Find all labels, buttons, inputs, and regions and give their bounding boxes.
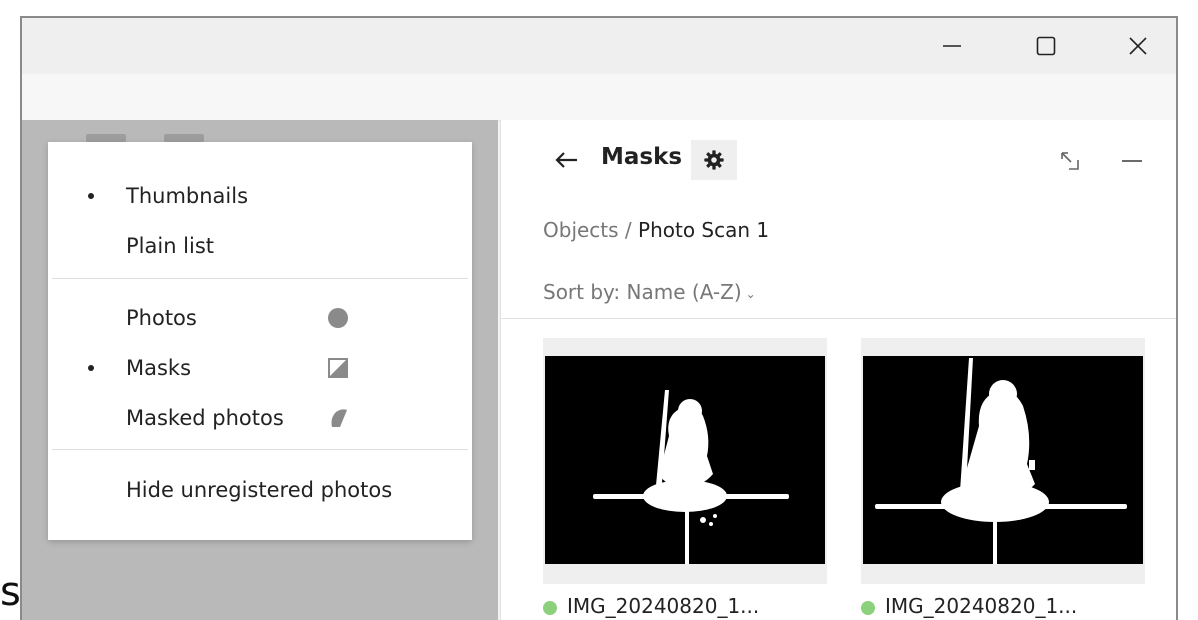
thumbnail-caption: IMG_20240820_1... — [861, 594, 1077, 618]
menu-item-label: Thumbnails — [126, 184, 249, 208]
divider — [501, 318, 1176, 319]
thumbnail-card[interactable]: IMG_20240820_1... — [861, 338, 1145, 618]
breadcrumb-objects[interactable]: Objects — [543, 218, 619, 242]
minimize-button[interactable] — [932, 26, 972, 66]
thumbnail-name: IMG_20240820_1... — [567, 594, 760, 618]
thumbnail-frame — [861, 338, 1145, 584]
menu-item-label: Hide unregistered photos — [126, 478, 393, 502]
chevron-down-icon: ⌄ — [745, 286, 756, 301]
thumbnail-frame — [543, 338, 827, 584]
mask-thumbnail-image — [863, 356, 1143, 564]
status-dot — [543, 600, 557, 615]
close-icon — [1129, 37, 1147, 55]
sort-label: Sort by: Name (A-Z) — [543, 280, 742, 304]
menu-item-label: Photos — [126, 306, 197, 330]
toolbar-ghost-icon — [86, 134, 126, 142]
thumbnail-caption: IMG_20240820_1... — [543, 594, 759, 618]
background-text: s — [0, 569, 21, 615]
maximize-icon — [1036, 36, 1056, 56]
title-bar — [22, 18, 1176, 74]
menu-item-hide-unregistered[interactable]: Hide unregistered photos — [48, 470, 472, 510]
sort-dropdown[interactable]: Sort by: Name (A-Z) ⌄ — [543, 280, 756, 304]
gear-icon — [704, 150, 724, 170]
menu-item-label: Plain list — [126, 234, 215, 258]
circle-icon — [328, 308, 348, 328]
status-dot — [861, 600, 875, 615]
selected-bullet-icon — [88, 193, 94, 199]
menu-item-label: Masked photos — [126, 406, 284, 430]
toolbar-strip — [22, 74, 1176, 121]
menu-item-photos[interactable]: Photos — [48, 298, 472, 338]
selected-bullet-icon — [88, 365, 94, 371]
view-options-menu: Thumbnails Plain list Photos Masks Maske… — [48, 142, 472, 540]
undock-icon[interactable] — [1059, 150, 1081, 172]
menu-item-plain-list[interactable]: Plain list — [48, 226, 472, 266]
breadcrumb-current: Photo Scan 1 — [638, 218, 770, 242]
settings-button[interactable] — [691, 140, 737, 180]
masks-panel: Masks Objects / Photo Scan 1 Sort by: Na… — [500, 120, 1176, 620]
arrow-left-icon[interactable] — [553, 148, 581, 172]
toolbar-ghost-icon — [164, 134, 204, 142]
minimize-panel-icon[interactable] — [1119, 150, 1145, 172]
thumbnail-card[interactable]: IMG_20240820_1... — [543, 338, 827, 618]
thumbnail-name: IMG_20240820_1... — [885, 594, 1078, 618]
masked-photo-icon — [331, 409, 347, 427]
breadcrumb: Objects / Photo Scan 1 — [543, 218, 769, 242]
breadcrumb-separator: / — [618, 218, 639, 242]
mask-thumbnail-image — [545, 356, 825, 564]
menu-item-masks[interactable]: Masks — [48, 348, 472, 388]
menu-item-label: Masks — [126, 356, 192, 380]
menu-item-masked-photos[interactable]: Masked photos — [48, 398, 472, 438]
mask-icon — [328, 358, 348, 378]
minimize-icon — [943, 45, 961, 47]
close-button[interactable] — [1118, 26, 1158, 66]
maximize-button[interactable] — [1026, 26, 1066, 66]
panel-title: Masks — [601, 144, 683, 170]
menu-divider — [52, 278, 468, 279]
menu-item-thumbnails[interactable]: Thumbnails — [48, 176, 472, 216]
menu-divider — [52, 449, 468, 450]
